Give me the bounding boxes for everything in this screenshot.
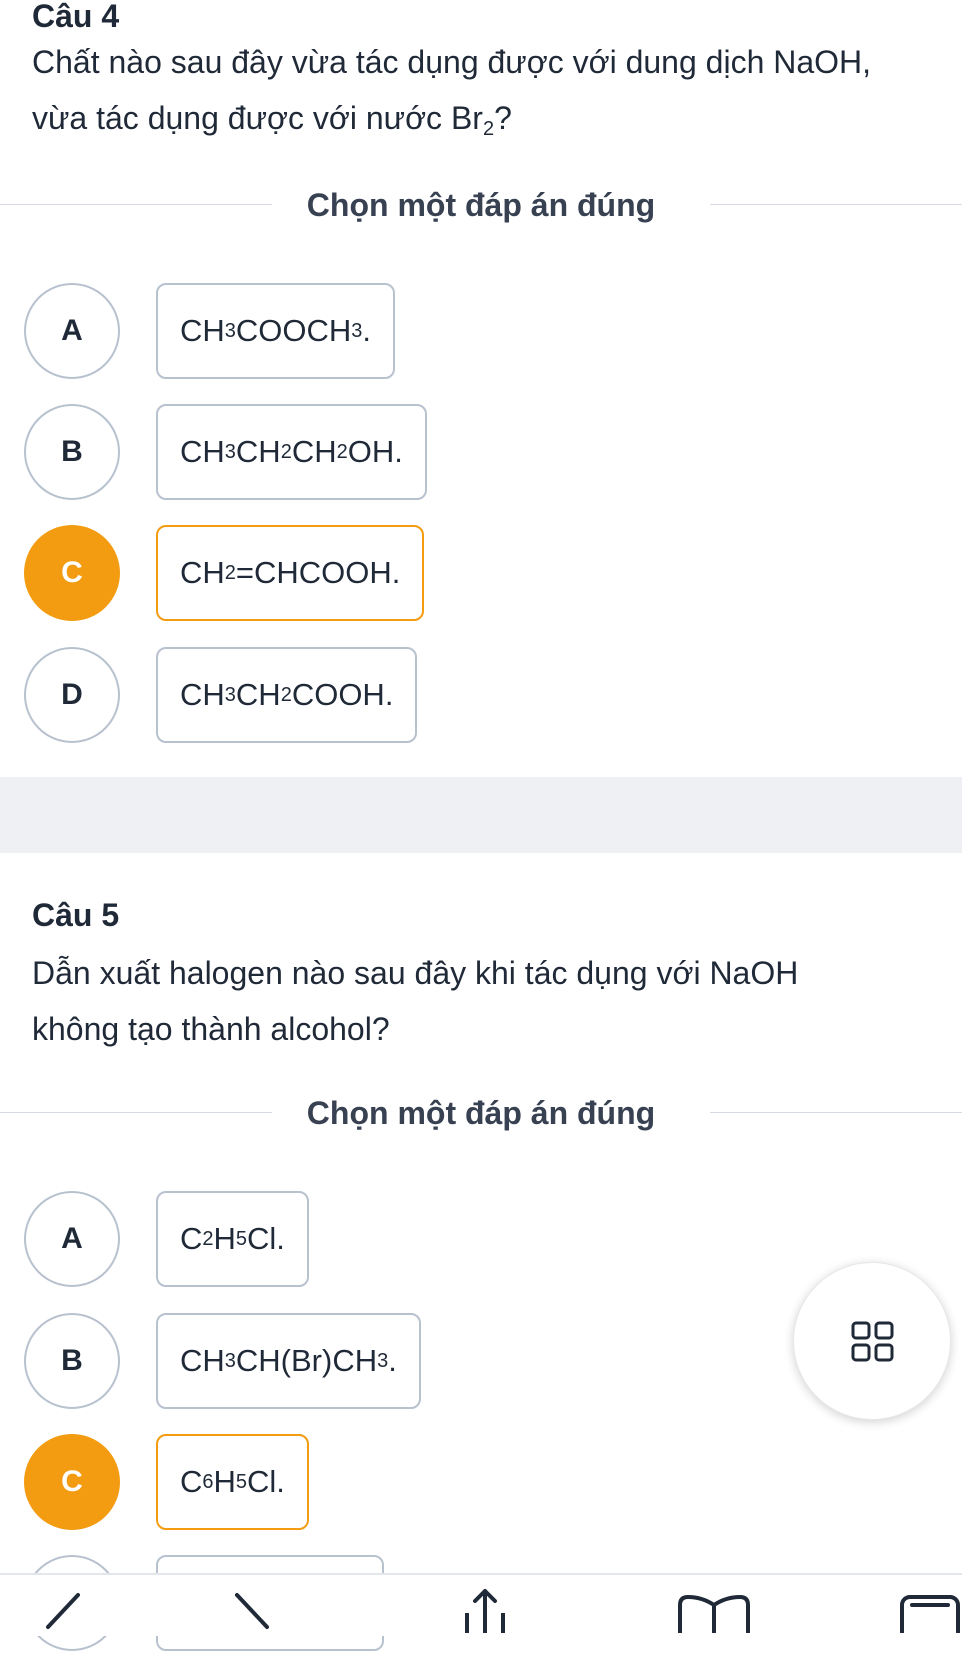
instruction-divider: Chọn một đáp án đúng bbox=[0, 1093, 962, 1133]
bookmarks-icon[interactable] bbox=[676, 1583, 752, 1633]
question-title: Câu 4 bbox=[32, 0, 120, 34]
option-letter[interactable]: A bbox=[24, 283, 120, 379]
option-letter[interactable]: A bbox=[24, 1191, 120, 1287]
option-letter[interactable]: B bbox=[24, 1313, 120, 1409]
option-letter[interactable]: C bbox=[24, 1434, 120, 1530]
instruction-label: Chọn một đáp án đúng bbox=[306, 1095, 656, 1131]
option-c-selected[interactable]: C C 6 H 5 Cl. bbox=[0, 1434, 962, 1534]
option-b[interactable]: B CH 3 CH 2 CH 2 OH. bbox=[0, 404, 962, 504]
forward-icon[interactable] bbox=[225, 1583, 285, 1633]
option-answer-box[interactable]: CH 3 CH 2 COOH. bbox=[156, 647, 418, 743]
instruction-label: Chọn một đáp án đúng bbox=[306, 187, 656, 223]
option-answer-box[interactable]: C 6 H 5 Cl. bbox=[156, 1434, 309, 1530]
option-answer-box[interactable]: CH 2 =CHCOOH. bbox=[156, 525, 425, 621]
option-answer-box[interactable]: CH 3 CH(Br)CH 3. bbox=[156, 1313, 421, 1409]
option-letter[interactable]: D bbox=[24, 647, 120, 743]
back-icon[interactable] bbox=[30, 1583, 90, 1633]
card-separator bbox=[0, 777, 962, 853]
question-text: Chất nào sau đây vừa tác dụng được với d… bbox=[32, 34, 942, 146]
question-4-card: Câu 4 Chất nào sau đây vừa tác dụng được… bbox=[0, 0, 962, 777]
option-letter[interactable]: C bbox=[24, 525, 120, 621]
option-d[interactable]: D CH 3 CH 2 COOH. bbox=[0, 647, 962, 747]
browser-bottom-bar bbox=[0, 1573, 962, 1636]
option-letter[interactable]: B bbox=[24, 404, 120, 500]
question-text: Dẫn xuất halogen nào sau đây khi tác dụn… bbox=[32, 945, 942, 1057]
question-5-card: Câu 5 Dẫn xuất halogen nào sau đây khi t… bbox=[0, 853, 962, 1651]
share-icon[interactable] bbox=[455, 1583, 515, 1633]
question-grid-button[interactable] bbox=[793, 1262, 951, 1420]
question-text-line-2: không tạo thành alcohol? bbox=[32, 1011, 390, 1047]
option-answer-box[interactable]: CH 3 COOCH 3. bbox=[156, 283, 396, 379]
option-c-selected[interactable]: C CH 2 =CHCOOH. bbox=[0, 525, 962, 625]
grid-icon bbox=[851, 1321, 894, 1362]
option-a[interactable]: A C 2 H 5 Cl. bbox=[0, 1191, 962, 1291]
question-text-line-2: vừa tác dụng được với nước Br2? bbox=[32, 100, 512, 140]
tabs-icon[interactable] bbox=[896, 1583, 962, 1633]
question-text-line-1: Chất nào sau đây vừa tác dụng được với d… bbox=[32, 44, 872, 80]
option-a[interactable]: A CH 3 COOCH 3. bbox=[0, 283, 962, 383]
question-text-line-1: Dẫn xuất halogen nào sau đây khi tác dụn… bbox=[32, 955, 799, 991]
question-title: Câu 5 bbox=[32, 897, 120, 933]
option-answer-box[interactable]: C 2 H 5 Cl. bbox=[156, 1191, 309, 1287]
instruction-divider: Chọn một đáp án đúng bbox=[0, 185, 962, 225]
option-answer-box[interactable]: CH 3 CH 2 CH 2 OH. bbox=[156, 404, 427, 500]
